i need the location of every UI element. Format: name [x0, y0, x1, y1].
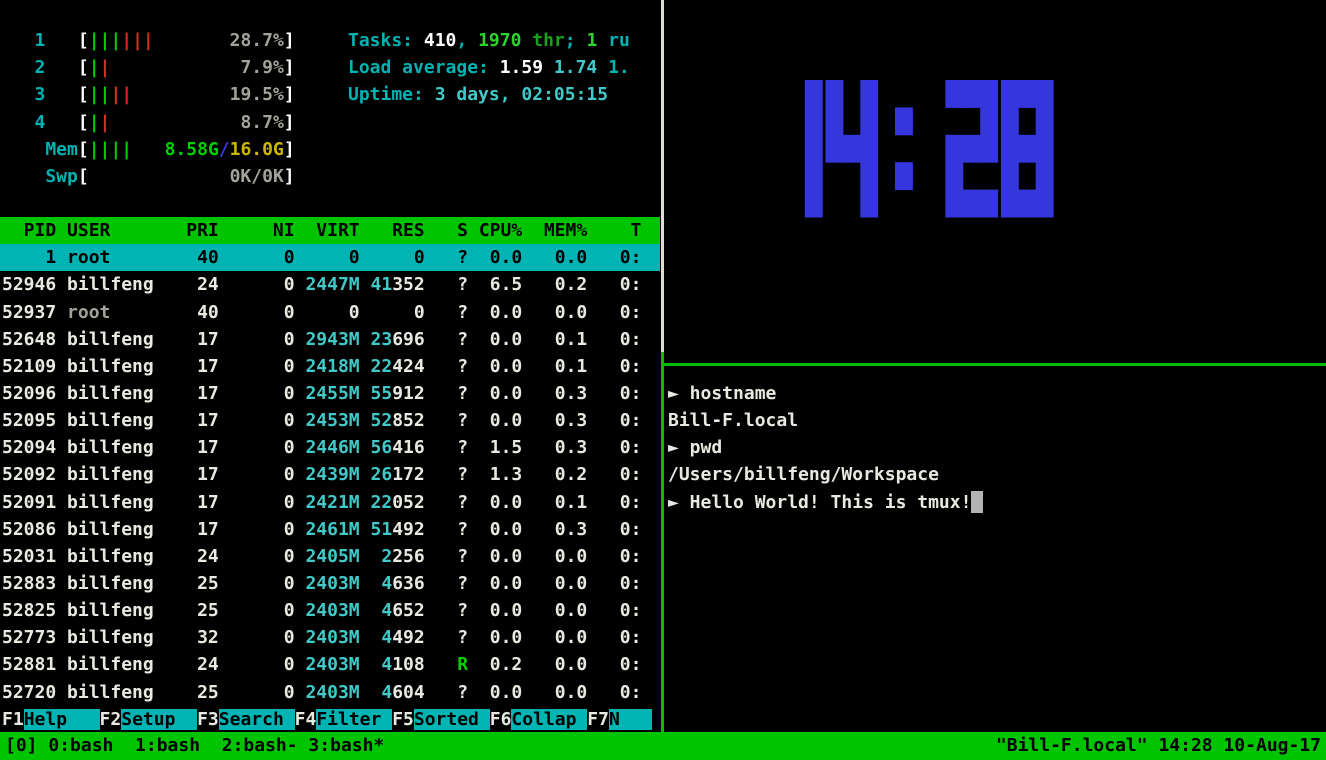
- fn-key-f1[interactable]: F1: [2, 709, 24, 730]
- digital-clock: [770, 80, 1055, 220]
- fn-label-filter[interactable]: Filter: [316, 709, 392, 730]
- terminal-screen: 1 [|||||| 28.7%] 2 [|| 7.9%] 3 [|||| 19.…: [0, 0, 1326, 760]
- process-row[interactable]: 52096 billfeng 17 0 2455M 55912 ? 0.0 0.…: [2, 380, 652, 407]
- mem-meter: Mem[|||| 8.58G/16.0G]: [2, 136, 295, 163]
- load-average-line: Load average: 1.59 1.74 1.: [348, 54, 630, 81]
- fn-key-f4[interactable]: F4: [295, 709, 317, 730]
- fn-key-f5[interactable]: F5: [392, 709, 414, 730]
- process-row[interactable]: 52937 root 40 0 0 0 ? 0.0 0.0 0:: [2, 299, 652, 326]
- process-table-header: PID USER PRI NI VIRT RES S CPU% MEM% T: [0, 217, 660, 244]
- pane-divider-vertical[interactable]: [661, 0, 664, 352]
- shell-output-line: /Users/billfeng/Workspace: [668, 461, 939, 488]
- pane-divider-vertical-active[interactable]: [661, 352, 664, 732]
- cpu-meter-4: 4 [|| 8.7%]: [2, 109, 295, 136]
- process-row[interactable]: 52031 billfeng 24 0 2405M 2256 ? 0.0 0.0…: [2, 543, 652, 570]
- swp-meter: Swp[ 0K/0K]: [2, 163, 295, 190]
- fn-key-f7[interactable]: F7: [587, 709, 609, 730]
- process-row[interactable]: 52883 billfeng 25 0 2403M 4636 ? 0.0 0.0…: [2, 570, 652, 597]
- process-row[interactable]: 52648 billfeng 17 0 2943M 23696 ? 0.0 0.…: [2, 326, 652, 353]
- shell-output-line: Bill-F.local: [668, 407, 798, 434]
- cpu-meter-2: 2 [|| 7.9%]: [2, 54, 295, 81]
- process-row[interactable]: 52946 billfeng 24 0 2447M 41352 ? 6.5 0.…: [2, 271, 652, 298]
- process-row[interactable]: 52773 billfeng 32 0 2403M 4492 ? 0.0 0.0…: [2, 624, 652, 651]
- function-key-bar: F1Help F2Setup F3Search F4Filter F5Sorte…: [2, 706, 652, 733]
- fn-key-f3[interactable]: F3: [197, 709, 219, 730]
- shell-prompt-line: ► hostname: [668, 380, 776, 407]
- fn-label-search[interactable]: Search: [219, 709, 295, 730]
- shell-prompt-line: ► Hello World! This is tmux!: [668, 489, 983, 516]
- process-row[interactable]: 52094 billfeng 17 0 2446M 56416 ? 1.5 0.…: [2, 434, 652, 461]
- process-row[interactable]: 52109 billfeng 17 0 2418M 22424 ? 0.0 0.…: [2, 353, 652, 380]
- cpu-meter-1: 1 [|||||| 28.7%]: [2, 27, 295, 54]
- process-row[interactable]: 52095 billfeng 17 0 2453M 52852 ? 0.0 0.…: [2, 407, 652, 434]
- tasks-line: Tasks: 410, 1970 thr; 1 ru: [348, 27, 630, 54]
- process-row[interactable]: 52720 billfeng 25 0 2403M 4604 ? 0.0 0.0…: [2, 679, 652, 706]
- fn-label-n[interactable]: N: [609, 709, 652, 730]
- process-row[interactable]: 52881 billfeng 24 0 2403M 4108 R 0.2 0.0…: [2, 651, 652, 678]
- process-row[interactable]: 52092 billfeng 17 0 2439M 26172 ? 1.3 0.…: [2, 461, 652, 488]
- fn-key-f6[interactable]: F6: [490, 709, 512, 730]
- process-row[interactable]: 52825 billfeng 25 0 2403M 4652 ? 0.0 0.0…: [2, 597, 652, 624]
- tmux-window-list: [0] 0:bash 1:bash 2:bash- 3:bash*: [5, 732, 384, 759]
- tmux-session-info: "Bill-F.local" 14:28 10-Aug-17: [996, 732, 1321, 759]
- fn-label-sorted[interactable]: Sorted: [414, 709, 490, 730]
- tmux-status-bar: [0] 0:bash 1:bash 2:bash- 3:bash* "Bill-…: [0, 732, 1326, 760]
- fn-label-help[interactable]: Help: [24, 709, 100, 730]
- process-row[interactable]: 52091 billfeng 17 0 2421M 22052 ? 0.0 0.…: [2, 489, 652, 516]
- uptime-line: Uptime: 3 days, 02:05:15: [348, 81, 608, 108]
- shell-prompt-line: ► pwd: [668, 434, 722, 461]
- fn-label-setup[interactable]: Setup: [121, 709, 197, 730]
- fn-key-f2[interactable]: F2: [100, 709, 122, 730]
- process-row-selected[interactable]: 1 root 40 0 0 0 ? 0.0 0.0 0:: [0, 244, 660, 271]
- cpu-meter-3: 3 [|||| 19.5%]: [2, 81, 295, 108]
- process-row[interactable]: 52086 billfeng 17 0 2461M 51492 ? 0.0 0.…: [2, 516, 652, 543]
- pane-divider-horizontal-active[interactable]: [661, 363, 1326, 366]
- fn-label-collap[interactable]: Collap: [511, 709, 587, 730]
- terminal-cursor: [971, 491, 983, 513]
